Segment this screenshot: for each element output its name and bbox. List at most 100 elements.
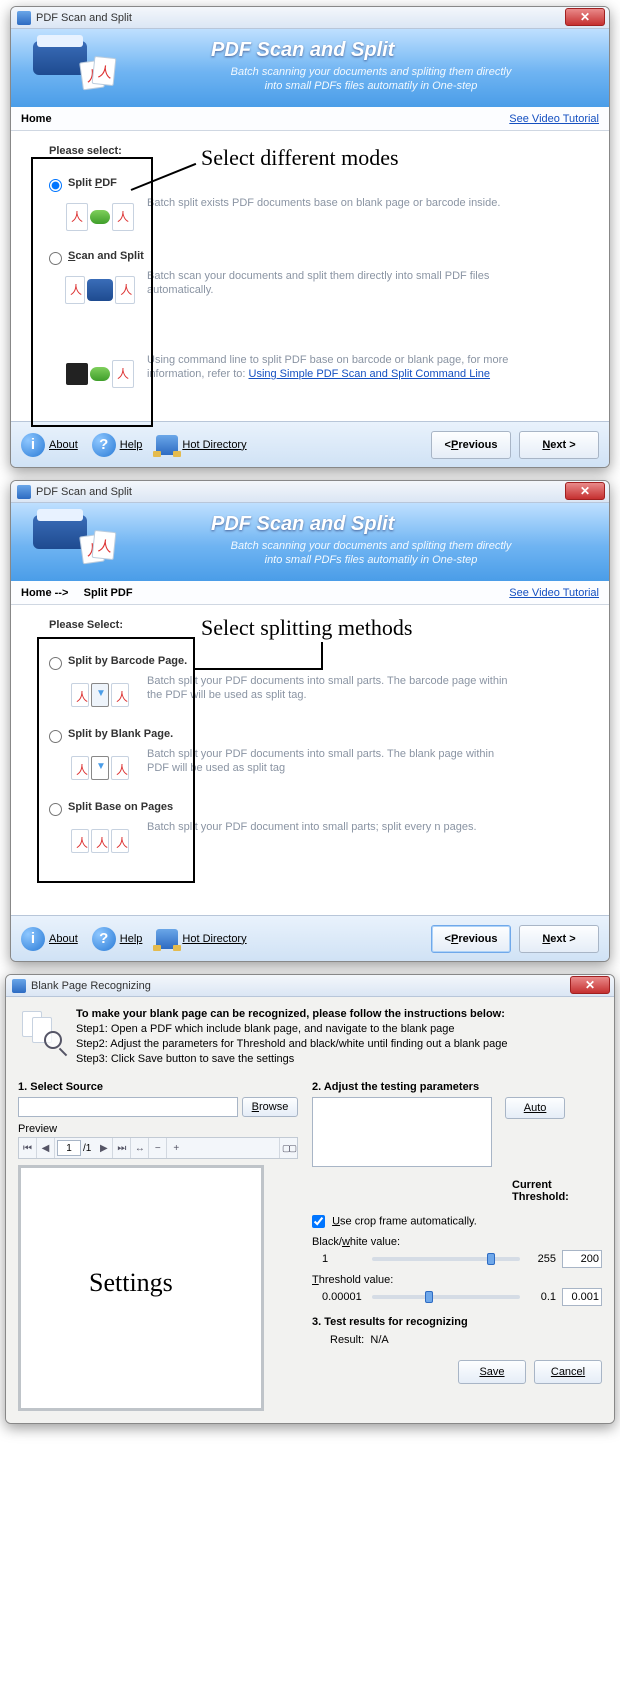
window-title: PDF Scan and Split <box>36 12 132 24</box>
banner: PDF Scan and Split Batch scanning your d… <box>11 503 609 581</box>
app-icon <box>12 979 26 993</box>
option-desc: Batch split your PDF document into small… <box>147 820 477 834</box>
option-desc: Batch split exists PDF documents base on… <box>147 196 500 210</box>
window-mode-select: PDF Scan and Split ✕ PDF Scan and Split … <box>10 6 610 468</box>
th-value-input[interactable] <box>562 1288 602 1306</box>
browse-button[interactable]: Browse <box>242 1097 298 1117</box>
threshold-label: Threshold value: <box>312 1274 602 1286</box>
help-link[interactable]: Help <box>120 439 143 451</box>
banner: PDF Scan and Split Batch scanning your d… <box>11 29 609 107</box>
app-icon <box>17 485 31 499</box>
prev-page-button[interactable]: ◀ <box>37 1138 55 1158</box>
command-line-link[interactable]: Using Simple PDF Scan and Split Command … <box>249 368 491 380</box>
previous-button[interactable]: < Previous <box>431 925 511 953</box>
bw-min: 1 <box>322 1253 366 1265</box>
close-button[interactable]: ✕ <box>565 482 605 500</box>
banner-title: PDF Scan and Split <box>211 39 394 62</box>
app-icon <box>17 11 31 25</box>
th-min: 0.00001 <box>322 1291 366 1303</box>
next-page-button[interactable]: ▶ <box>95 1138 113 1158</box>
result-row: Result: N/A <box>330 1334 602 1346</box>
window-blank-page-recognizing: Blank Page Recognizing ✕ To make your bl… <box>5 974 615 1424</box>
source-input[interactable] <box>18 1097 238 1117</box>
option-desc: Batch split your PDF documents into smal… <box>147 747 517 775</box>
about-link[interactable]: About <box>49 933 78 945</box>
cancel-button[interactable]: Cancel <box>534 1360 602 1384</box>
fit-button[interactable]: ↔ <box>131 1138 149 1158</box>
step2-text: Step2: Adjust the parameters for Thresho… <box>76 1037 508 1052</box>
save-button[interactable]: Save <box>458 1360 526 1384</box>
th-max: 0.1 <box>526 1291 556 1303</box>
help-icon: ? <box>92 927 116 951</box>
first-page-button[interactable]: ⏮ <box>19 1138 37 1158</box>
result-value: N/A <box>370 1334 388 1346</box>
zoom-in-button[interactable]: + <box>167 1138 185 1158</box>
next-button[interactable]: Next > <box>519 431 599 459</box>
instructions-header: To make your blank page can be recognize… <box>76 1007 508 1022</box>
step1-text: Step1: Open a PDF which include blank pa… <box>76 1022 508 1037</box>
option-desc: Batch scan your documents and split them… <box>147 269 517 297</box>
banner-title: PDF Scan and Split <box>211 513 394 536</box>
content-area: Please Select: Select splitting methods … <box>11 605 609 915</box>
left-column: 1. Select Source Browse Preview ⏮ ◀ /1 ▶… <box>18 1077 298 1411</box>
instructions: To make your blank page can be recognize… <box>18 1007 602 1067</box>
last-page-button[interactable]: ⏭ <box>113 1138 131 1158</box>
banner-logo <box>25 511 125 573</box>
section-test-results: 3. Test results for recognizing <box>312 1316 602 1328</box>
threshold-slider-row: 0.00001 0.1 <box>322 1288 602 1306</box>
video-tutorial-link[interactable]: See Video Tutorial <box>509 113 599 125</box>
preview-label: Preview <box>18 1123 298 1135</box>
annotation-line-v <box>321 642 323 670</box>
section-adjust-params: 2. Adjust the testing parameters <box>312 1081 602 1093</box>
bw-value-input[interactable] <box>562 1250 602 1268</box>
banner-subtitle: Batch scanning your documents and spliti… <box>161 539 581 567</box>
breadcrumb: Home <box>21 113 52 125</box>
page-input[interactable] <box>57 1140 81 1156</box>
annotation-settings: Settings <box>89 1268 173 1298</box>
video-tutorial-link[interactable]: See Video Tutorial <box>509 587 599 599</box>
use-crop-checkbox[interactable] <box>312 1215 325 1228</box>
threshold-slider[interactable] <box>372 1295 520 1299</box>
breadcrumb-bar: Home See Video Tutorial <box>11 107 609 131</box>
zoom-out-button[interactable]: − <box>149 1138 167 1158</box>
result-label: Result: <box>330 1334 364 1346</box>
help-icon: ? <box>92 433 116 457</box>
bw-slider[interactable] <box>372 1257 520 1261</box>
test-preview-box <box>312 1097 492 1167</box>
option-desc: Batch split your PDF documents into smal… <box>147 674 517 702</box>
bw-label: Black/white value: <box>312 1236 602 1248</box>
use-crop-label: Use crop frame automatically. <box>332 1215 477 1227</box>
preview-area: Settings <box>18 1165 264 1411</box>
close-button[interactable]: ✕ <box>570 976 610 994</box>
footer-bar: i About ? Help Hot Directory < Previous … <box>11 421 609 467</box>
bw-slider-row: 1 255 <box>322 1250 602 1268</box>
breadcrumb: Home --> Split PDF <box>21 587 133 599</box>
breadcrumb-bar: Home --> Split PDF See Video Tutorial <box>11 581 609 605</box>
hot-directory-link[interactable]: Hot Directory <box>182 439 246 451</box>
banner-subtitle: Batch scanning your documents and spliti… <box>161 65 581 93</box>
previous-button[interactable]: < Previous <box>431 431 511 459</box>
window-title: PDF Scan and Split <box>36 486 132 498</box>
thumb-view-button[interactable]: ▢▢ <box>279 1138 297 1158</box>
close-button[interactable]: ✕ <box>565 8 605 26</box>
instructions-icon <box>18 1007 66 1051</box>
info-icon: i <box>21 927 45 951</box>
current-threshold-label: Current Threshold: <box>512 1179 602 1203</box>
annotation-text: Select different modes <box>201 145 399 171</box>
step3-text: Step3: Click Save button to save the set… <box>76 1052 508 1067</box>
hot-directory-icon <box>156 929 178 949</box>
titlebar: Blank Page Recognizing ✕ <box>6 975 614 997</box>
annotation-line <box>195 668 323 670</box>
help-link[interactable]: Help <box>120 933 143 945</box>
command-line-desc: Using command line to split PDF base on … <box>147 353 517 381</box>
annotation-text: Select splitting methods <box>201 615 412 641</box>
hot-directory-link[interactable]: Hot Directory <box>182 933 246 945</box>
auto-button[interactable]: Auto <box>505 1097 565 1119</box>
info-icon: i <box>21 433 45 457</box>
titlebar: PDF Scan and Split ✕ <box>11 481 609 503</box>
pager-toolbar: ⏮ ◀ /1 ▶ ⏭ ↔ − + ▢▢ <box>18 1137 298 1159</box>
about-link[interactable]: About <box>49 439 78 451</box>
right-column: 2. Adjust the testing parameters Auto Cu… <box>312 1077 602 1411</box>
next-button[interactable]: Next > <box>519 925 599 953</box>
hot-directory-icon <box>156 435 178 455</box>
